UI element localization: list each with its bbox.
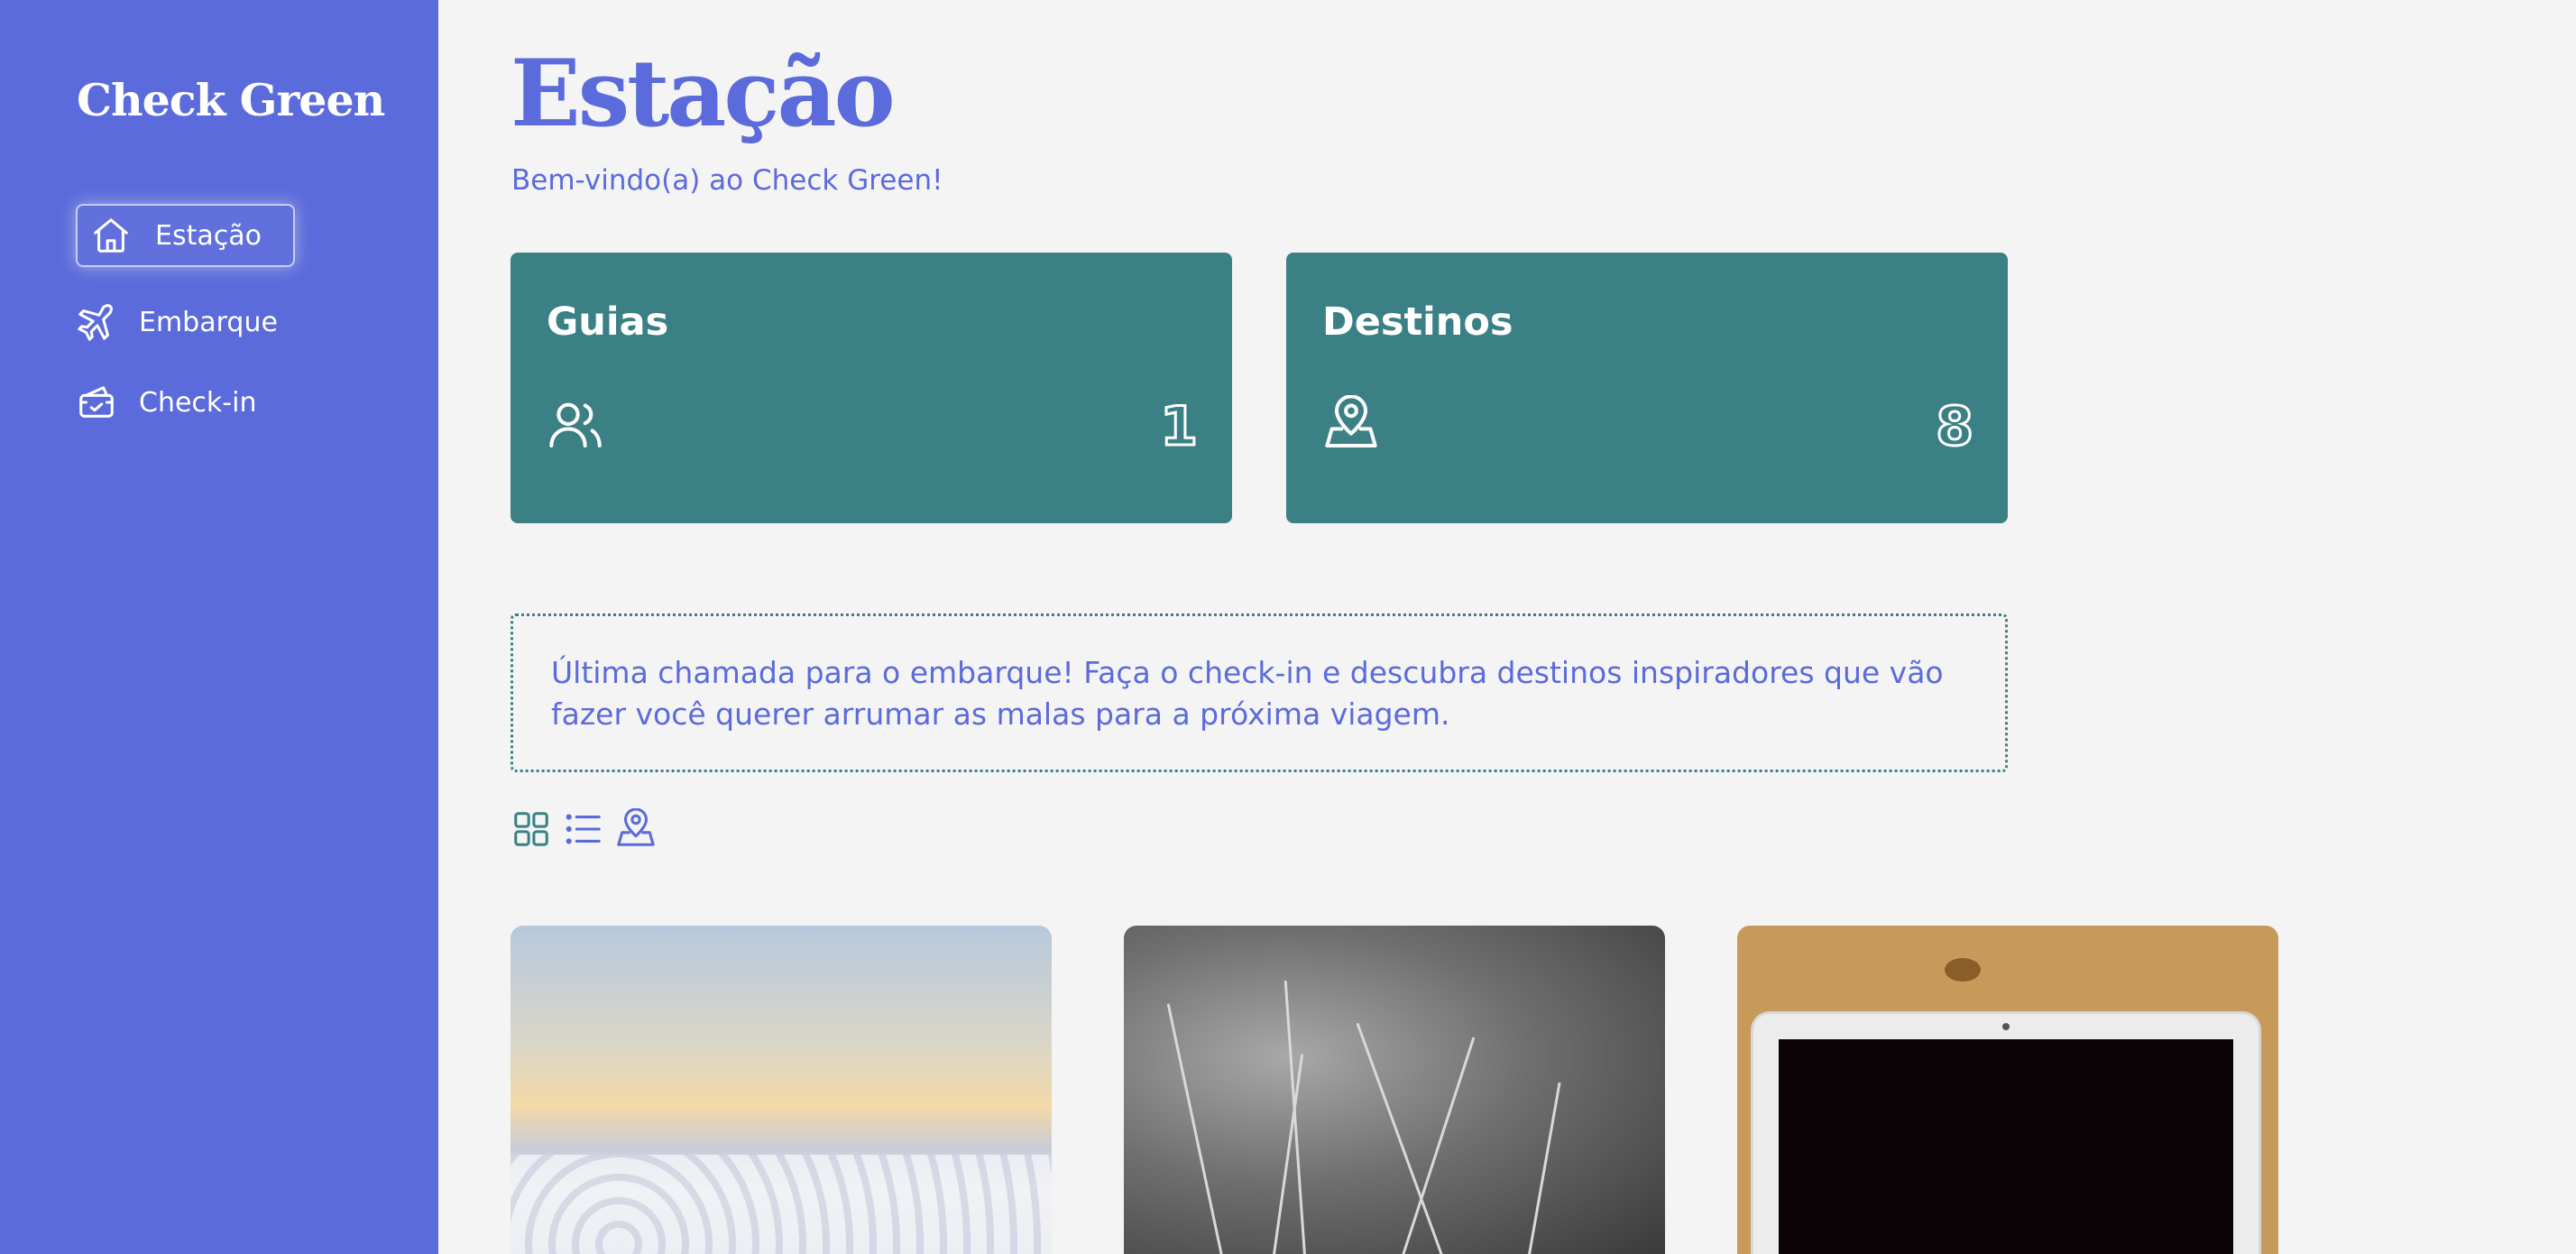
card-count: 8 xyxy=(1935,394,1975,460)
card-title: Guias xyxy=(547,300,669,345)
sidebar: Check Green Estação Embarque Check-in xyxy=(0,0,438,1254)
home-icon xyxy=(90,215,132,256)
wood-knot xyxy=(1945,958,1981,982)
card-title: Destinos xyxy=(1322,300,1513,345)
users-icon xyxy=(547,395,604,453)
grass-blade xyxy=(1521,1082,1561,1254)
grass-blade xyxy=(1394,1037,1476,1254)
guias-card[interactable]: Guias 1 xyxy=(511,253,1232,523)
sidebar-item-label: Embarque xyxy=(139,306,278,338)
clouds-decoration xyxy=(511,1155,1052,1254)
grass-blade xyxy=(1356,1022,1451,1254)
sidebar-item-label: Check-in xyxy=(139,386,257,419)
sidebar-item-embarque[interactable]: Embarque xyxy=(76,290,278,354)
list-icon[interactable] xyxy=(563,808,604,850)
destinos-card[interactable]: Destinos 8 xyxy=(1286,253,2008,523)
sidebar-item-check-in[interactable]: Check-in xyxy=(76,371,256,434)
map-pin-icon[interactable] xyxy=(615,807,657,850)
grass-blade xyxy=(1283,980,1307,1254)
sunrise-clouds-photo[interactable] xyxy=(511,926,1052,1254)
grass-photo[interactable] xyxy=(1124,926,1665,1254)
notice-banner: Última chamada para o embarque! Faça o c… xyxy=(511,613,2008,772)
page-subtitle: Bem-vindo(a) ao Check Green! xyxy=(511,164,943,197)
laptop xyxy=(1753,1014,2259,1254)
page-title: Estação xyxy=(511,40,896,148)
laptop-photo[interactable] xyxy=(1737,926,2278,1254)
airplane-icon xyxy=(76,301,117,343)
laptop-camera xyxy=(2002,1023,2010,1030)
brand-logo[interactable]: Check Green xyxy=(77,74,385,126)
laptop-screen xyxy=(1779,1039,2233,1254)
sidebar-item-label: Estação xyxy=(155,219,262,252)
grid-icon[interactable] xyxy=(511,808,552,850)
grass-blade xyxy=(1166,1003,1226,1254)
ticket-icon xyxy=(76,382,117,423)
sidebar-item-estacao[interactable]: Estação xyxy=(76,204,295,267)
view-toggles xyxy=(511,807,657,850)
card-count: 1 xyxy=(1159,394,1200,460)
map-pin-icon xyxy=(1322,394,1380,453)
